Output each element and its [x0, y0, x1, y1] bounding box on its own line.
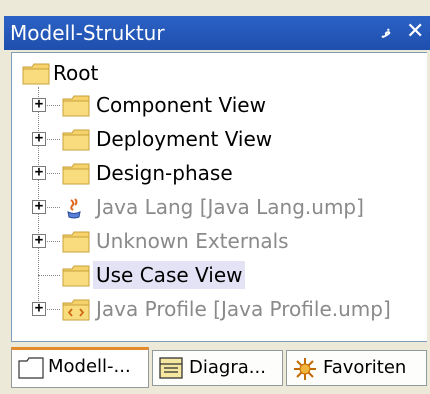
- tree-node-label: Unknown Externals: [96, 229, 289, 253]
- tree-node-label: Use Case View: [93, 261, 246, 289]
- tree-node-design-phase[interactable]: + Design-phase: [12, 159, 412, 191]
- tree-node-use-case-view[interactable]: Use Case View: [12, 261, 412, 293]
- tree-node-label: Deployment View: [96, 127, 273, 151]
- tab-favorites[interactable]: Favoriten: [286, 350, 427, 386]
- tree-node-label: Root: [53, 61, 99, 85]
- folder-icon: [62, 265, 90, 287]
- folder-icon: [22, 63, 50, 85]
- tree-node-label: Java Lang [Java Lang.ump]: [96, 195, 364, 219]
- tree-node-label: Java Profile [Java Profile.ump]: [96, 297, 391, 321]
- model-tree-icon: [18, 357, 44, 379]
- tab-label: Diagra...: [189, 357, 266, 378]
- tree-node-root[interactable]: Root: [12, 59, 412, 91]
- tree-node-java-profile[interactable]: + Java Profile [Java Profile.ump]: [12, 295, 412, 327]
- java-package-icon: [67, 198, 81, 219]
- model-tree[interactable]: Root + Component View + Deployment View: [11, 52, 427, 342]
- folder-icon: [62, 129, 90, 151]
- tree-node-unknown-externals[interactable]: + Unknown Externals: [12, 227, 412, 259]
- folder-icon: [62, 163, 90, 185]
- pin-icon[interactable]: ޥ: [382, 19, 391, 47]
- tree-connector-line: [38, 275, 60, 276]
- tab-label: Favoriten: [323, 357, 407, 378]
- expand-plus-icon[interactable]: +: [32, 97, 46, 112]
- tree-node-java-lang[interactable]: + Java Lang [Java Lang.ump]: [12, 193, 412, 225]
- panel-tabstrip: Modell-... Diagra... Favoriten: [0, 342, 430, 394]
- profile-package-icon: [62, 299, 90, 321]
- expand-plus-icon[interactable]: +: [32, 233, 46, 248]
- model-tree-panel: Modell-Struktur ޥ ✕ Root + Component Vie…: [0, 0, 430, 394]
- folder-icon: [62, 95, 90, 117]
- folder-icon: [62, 231, 90, 253]
- tree-node-deployment-view[interactable]: + Deployment View: [12, 125, 412, 157]
- panel-titlebar[interactable]: Modell-Struktur ޥ ✕: [4, 16, 430, 50]
- tab-diagram-tree[interactable]: Diagra...: [152, 350, 283, 386]
- tree-node-label: Component View: [96, 93, 266, 117]
- close-icon[interactable]: ✕: [406, 17, 424, 47]
- favorites-icon: [294, 358, 316, 380]
- panel-title: Modell-Struktur: [10, 21, 165, 45]
- expand-plus-icon[interactable]: +: [32, 131, 46, 146]
- expand-plus-icon[interactable]: +: [32, 165, 46, 180]
- tree-node-component-view[interactable]: + Component View: [12, 91, 412, 123]
- expand-plus-icon[interactable]: +: [32, 301, 46, 316]
- tree-node-label: Design-phase: [96, 161, 233, 185]
- tab-label: Modell-...: [48, 356, 131, 377]
- diagram-tree-icon: [159, 357, 183, 379]
- tab-model-tree[interactable]: Modell-...: [11, 347, 149, 388]
- expand-plus-icon[interactable]: +: [32, 199, 46, 214]
